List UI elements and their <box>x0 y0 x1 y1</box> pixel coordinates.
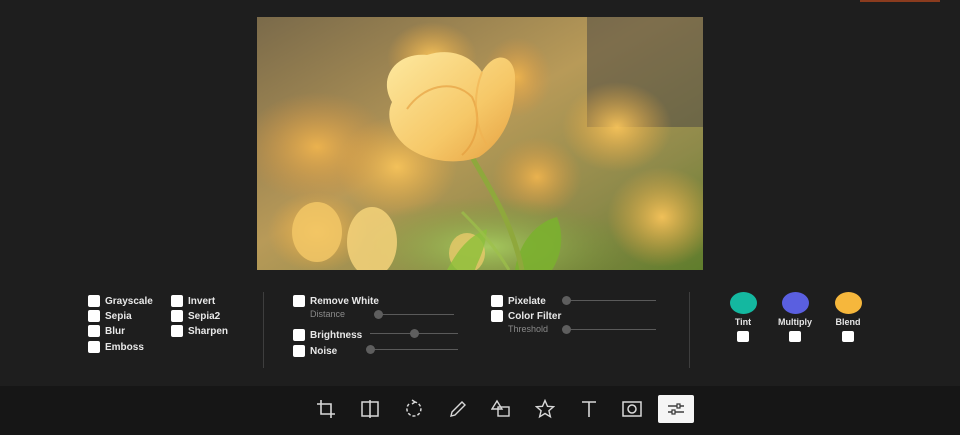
tint-control: Tint <box>721 292 765 342</box>
grayscale-label: Grayscale <box>105 295 153 307</box>
rotate-tool-button[interactable] <box>397 395 431 423</box>
filter-remove-white[interactable]: Remove White <box>293 294 379 308</box>
tulip-photo <box>257 17 703 270</box>
flip-tool-button[interactable] <box>353 395 387 423</box>
draw-tool-button[interactable] <box>441 395 475 423</box>
noise-slider[interactable] <box>366 344 458 354</box>
mask-tool-button[interactable] <box>615 395 649 423</box>
blend-color-swatch[interactable] <box>834 292 862 314</box>
multiply-control: Multiply <box>773 292 817 342</box>
pencil-icon <box>450 401 466 417</box>
filter-invert[interactable]: Invert <box>171 294 215 308</box>
brightness-slider-knob[interactable] <box>410 328 419 338</box>
brightness-slider[interactable] <box>370 328 458 338</box>
distance-label: Distance <box>310 309 346 319</box>
crop-icon <box>317 400 335 418</box>
blend-label: Blend <box>835 317 861 327</box>
pixelate-label: Pixelate <box>508 295 546 307</box>
sepia-checkbox[interactable] <box>88 310 100 322</box>
image-canvas[interactable] <box>257 17 703 270</box>
tint-label: Tint <box>734 317 752 327</box>
filter-tool-button[interactable] <box>658 395 694 423</box>
filter-brightness[interactable]: Brightness <box>293 328 362 342</box>
text-icon <box>582 401 596 417</box>
filter-blur[interactable]: Blur <box>88 324 125 338</box>
shape-icon <box>491 399 510 417</box>
filter-pixelate[interactable]: Pixelate <box>491 294 546 308</box>
emboss-checkbox[interactable] <box>88 341 100 353</box>
sepia2-label: Sepia2 <box>188 310 221 322</box>
brightness-label: Brightness <box>310 329 363 341</box>
distance-slider-knob[interactable] <box>374 309 383 319</box>
color-filter-checkbox[interactable] <box>491 310 503 322</box>
sepia2-checkbox[interactable] <box>171 310 183 322</box>
sharpen-label: Sharpen <box>188 325 229 337</box>
top-accent-bar <box>860 0 940 2</box>
mask-icon <box>622 401 642 417</box>
rotate-icon <box>406 399 422 417</box>
pixelate-checkbox[interactable] <box>491 295 503 307</box>
filter-emboss[interactable]: Emboss <box>88 340 144 354</box>
text-tool-button[interactable] <box>572 395 606 423</box>
icon-tool-button[interactable] <box>528 395 562 423</box>
pixelate-slider-knob[interactable] <box>562 295 571 305</box>
invert-label: Invert <box>188 295 216 307</box>
panel-divider <box>689 292 690 368</box>
noise-slider-knob[interactable] <box>366 344 375 354</box>
remove-white-checkbox[interactable] <box>293 295 305 307</box>
blend-control: Blend <box>826 292 870 342</box>
brightness-checkbox[interactable] <box>293 329 305 341</box>
filter-grayscale[interactable]: Grayscale <box>88 294 153 308</box>
noise-checkbox[interactable] <box>293 345 305 357</box>
multiply-checkbox[interactable] <box>789 331 801 342</box>
sepia-label: Sepia <box>105 310 132 322</box>
filter-sharpen[interactable]: Sharpen <box>171 324 228 338</box>
noise-label: Noise <box>310 345 338 357</box>
grayscale-checkbox[interactable] <box>88 295 100 307</box>
pixelate-slider[interactable] <box>562 295 656 305</box>
color-filter-label: Color Filter <box>508 310 562 322</box>
filter-color-filter[interactable]: Color Filter <box>491 309 561 323</box>
crop-tool-button[interactable] <box>309 395 343 423</box>
remove-white-label: Remove White <box>310 295 379 307</box>
flip-icon <box>361 400 379 418</box>
sharpen-checkbox[interactable] <box>171 325 183 337</box>
sliders-icon <box>668 403 684 415</box>
shape-tool-button[interactable] <box>484 395 518 423</box>
filters-panel: Grayscale Sepia Blur Emboss Invert Sepia… <box>0 284 960 384</box>
blur-checkbox[interactable] <box>88 325 100 337</box>
tint-color-swatch[interactable] <box>729 292 757 314</box>
tint-checkbox[interactable] <box>737 331 749 342</box>
editor-toolbar <box>0 386 960 435</box>
panel-divider <box>263 292 264 368</box>
filter-sepia2[interactable]: Sepia2 <box>171 309 220 323</box>
threshold-label: Threshold <box>508 324 549 334</box>
distance-slider[interactable] <box>374 309 454 319</box>
threshold-slider[interactable] <box>562 324 656 334</box>
emboss-label: Emboss <box>105 341 144 353</box>
blur-label: Blur <box>105 325 125 337</box>
invert-checkbox[interactable] <box>171 295 183 307</box>
star-icon <box>535 399 555 419</box>
filter-noise[interactable]: Noise <box>293 344 337 358</box>
threshold-slider-knob[interactable] <box>562 324 571 334</box>
filter-sepia[interactable]: Sepia <box>88 309 132 323</box>
blend-checkbox[interactable] <box>842 331 854 342</box>
multiply-label: Multiply <box>778 317 812 327</box>
multiply-color-swatch[interactable] <box>781 292 809 314</box>
